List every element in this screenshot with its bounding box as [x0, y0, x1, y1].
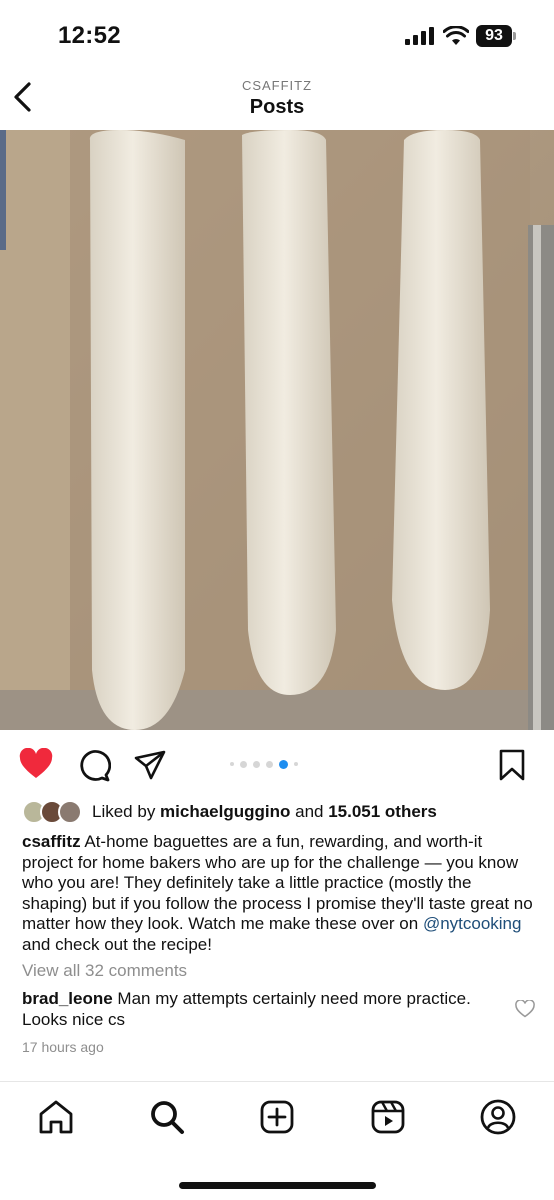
cellular-signal-icon — [405, 27, 434, 45]
search-icon[interactable] — [148, 1098, 186, 1136]
post-photo[interactable] — [0, 130, 554, 730]
post-caption: csaffitz At-home baguettes are a fun, re… — [22, 832, 537, 955]
likes-prefix: Liked by — [92, 802, 161, 821]
carousel-dot-active — [279, 759, 288, 769]
battery-indicator: 93 — [476, 25, 512, 47]
liker-username[interactable]: michaelguggino — [160, 802, 290, 821]
likes-conjunction: and — [290, 802, 329, 821]
battery-tip — [513, 32, 516, 40]
wifi-icon — [443, 26, 469, 45]
caption-text-end: and check out the recipe! — [22, 934, 212, 954]
likes-text: Liked by michaelguggino and 15.051 other… — [92, 802, 437, 822]
post-actions — [0, 740, 554, 790]
avatar — [58, 800, 82, 824]
home-icon[interactable] — [37, 1098, 75, 1136]
reels-icon[interactable] — [369, 1098, 407, 1136]
caption-mention[interactable]: @nytcooking — [423, 914, 522, 933]
comment-icon[interactable] — [77, 748, 111, 782]
likes-count[interactable]: 15.051 others — [328, 802, 437, 821]
carousel-dot — [253, 760, 260, 768]
post-header: CSAFFITZ Posts — [0, 70, 554, 130]
share-icon[interactable] — [133, 748, 167, 782]
bottom-tab-bar — [0, 1081, 554, 1200]
small-heart-icon[interactable] — [515, 1000, 535, 1018]
home-indicator[interactable] — [179, 1182, 376, 1189]
profile-icon[interactable] — [479, 1098, 517, 1136]
heart-filled-icon[interactable] — [19, 748, 53, 782]
baguettes-image — [0, 130, 554, 730]
status-time: 12:52 — [58, 22, 121, 49]
carousel-dot — [266, 760, 273, 768]
carousel-dot — [240, 760, 247, 768]
page-title: Posts — [249, 96, 305, 118]
carousel-indicator — [230, 758, 298, 770]
comment-username[interactable]: brad_leone — [22, 989, 113, 1008]
bookmark-icon[interactable] — [495, 748, 529, 782]
create-icon[interactable] — [258, 1098, 296, 1136]
carousel-dot — [294, 762, 298, 766]
likes-row[interactable]: Liked by michaelguggino and 15.051 other… — [22, 798, 542, 826]
status-bar: 12:52 93 — [0, 0, 554, 70]
caption-username[interactable]: csaffitz — [22, 832, 81, 851]
carousel-dot — [230, 762, 234, 766]
view-all-comments-link[interactable]: View all 32 comments — [22, 961, 187, 981]
comment-item: brad_leone Man my attempts certainly nee… — [22, 989, 492, 1030]
header-account-name: CSAFFITZ — [241, 78, 313, 93]
liker-avatars — [22, 798, 90, 826]
post-timestamp: 17 hours ago — [22, 1039, 104, 1055]
